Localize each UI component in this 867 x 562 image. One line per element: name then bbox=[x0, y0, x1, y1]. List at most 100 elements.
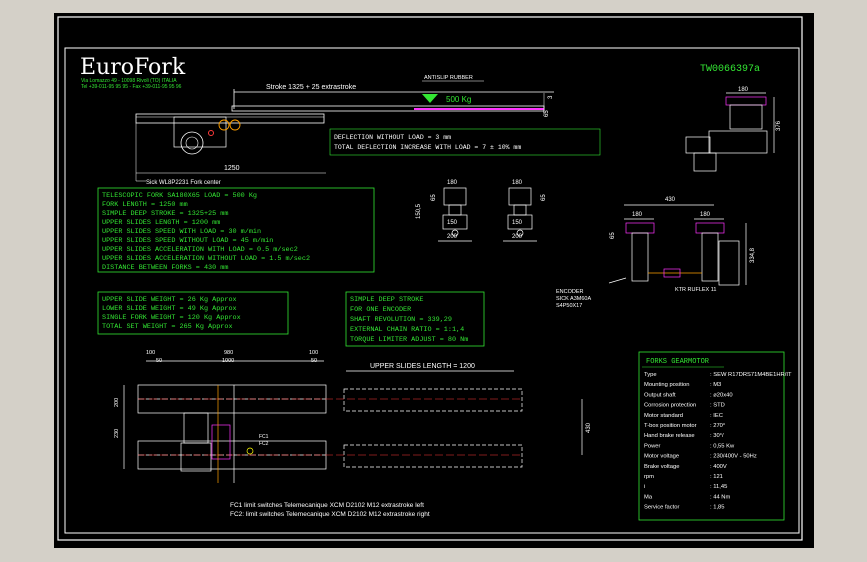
dim-65: 65 bbox=[544, 110, 550, 117]
sick-label: Sick WL8P2231 Fork center bbox=[146, 180, 221, 186]
gearmotor-key-4: Corrosion protection bbox=[644, 403, 696, 409]
encoder-info-line-2: FOR ONE ENCODER bbox=[350, 306, 411, 314]
front-dim-180b: 180 bbox=[700, 212, 711, 218]
weight-line-4: TOTAL SET WEIGHT = 265 Kg Approx bbox=[102, 323, 233, 331]
company-logo: EuroFork bbox=[80, 55, 186, 80]
gearmotor-key-7: Hand brake release bbox=[644, 433, 695, 439]
spec-line-6: UPPER SLIDES SPEED WITHOUT LOAD = 45 m/m… bbox=[102, 237, 273, 245]
gearmotor-value-12: : 11,45 bbox=[710, 484, 727, 490]
spec-line-1: TELESCOPIC FORK SA180X65 LOAD = 500 Kg bbox=[102, 192, 257, 200]
spec-line-4: UPPER SLIDES LENGTH = 1200 mm bbox=[102, 219, 220, 227]
front-dim-334-8: 334,8 bbox=[750, 247, 756, 263]
gearmotor-key-12: i bbox=[644, 484, 645, 490]
gearmotor-value-6: : 270° bbox=[710, 423, 725, 429]
cad-viewport[interactable]: EuroFork Via Lomazzo 49 - 10098 Rivoli (… bbox=[54, 13, 814, 548]
gearmotor-key-1: Type bbox=[644, 372, 657, 378]
gearmotor-key-9: Motor voltage bbox=[644, 454, 679, 460]
front-dim-65: 65 bbox=[610, 232, 616, 239]
gearmotor-value-1: : SEW R17DRS71M4BE1HR/IT bbox=[710, 372, 792, 378]
plan-dim-980: 980 bbox=[224, 350, 233, 356]
front-dim-180a: 180 bbox=[632, 212, 643, 218]
section-dim-200a: 200 bbox=[447, 234, 458, 240]
gearmotor-key-6: T-box position motor bbox=[644, 423, 697, 429]
section-dim-150-5: 150,5 bbox=[416, 203, 422, 219]
spec-line-9: DISTANCE BETWEEN FORKS = 430 mm bbox=[102, 264, 228, 272]
encoder-info-line-1: SIMPLE DEEP STROKE bbox=[350, 296, 423, 304]
antislip-label: ANTISLIP RUBBER bbox=[424, 75, 473, 81]
cross-sections: 180 150,5 65 150 200 180 65 150 200 bbox=[416, 180, 547, 242]
encoder-info-line-3: SHAFT REVOLUTION = 339,29 bbox=[350, 316, 452, 324]
front-dim-430: 430 bbox=[665, 197, 676, 203]
gearmotor-title: FORKS GEARMOTOR bbox=[646, 358, 710, 366]
limit-note-2: FC2: limit switches Telemecanique XCM D2… bbox=[230, 511, 430, 518]
plan-dim-100: 100 bbox=[146, 350, 155, 356]
encoder-info-line-4: EXTERNAL CHAIN RATIO = 1:1,4 bbox=[350, 326, 464, 334]
stroke-label: Stroke 1325 + 25 extrastroke bbox=[266, 84, 356, 91]
weight-line-2: LOWER SLIDE WEIGHT = 49 Kg Approx bbox=[102, 305, 237, 313]
load-label: 500 Kg bbox=[446, 95, 471, 104]
section-dim-65b: 65 bbox=[541, 194, 547, 201]
section-dim-180b: 180 bbox=[512, 180, 523, 186]
plan-dim-200: 200 bbox=[114, 398, 120, 407]
spec-line-5: UPPER SLIDES SPEED WITH LOAD = 30 m/min bbox=[102, 228, 261, 236]
spec-line-3: SIMPLE DEEP STROKE = 1325+25 mm bbox=[102, 210, 228, 218]
gearmotor-key-5: Motor standard bbox=[644, 413, 683, 419]
spec-line-7: UPPER SLIDES ACCELERATION WITH LOAD = 0.… bbox=[102, 246, 298, 254]
eurofork-drawing: EuroFork Via Lomazzo 49 - 10098 Rivoli (… bbox=[57, 16, 803, 541]
section-dim-150a: 150 bbox=[447, 220, 458, 226]
drawing-number: TW0066397a bbox=[700, 64, 760, 75]
fc2-label: FC2 bbox=[259, 441, 269, 447]
gearmotor-value-14: : 1,85 bbox=[710, 505, 725, 511]
gearmotor-key-11: rpm bbox=[644, 474, 654, 480]
gearmotor-value-8: : 0,55 Kw bbox=[710, 443, 735, 449]
gearmotor-value-3: : ø20x40 bbox=[710, 392, 733, 398]
spec-line-2: FORK LENGTH = 1250 mm bbox=[102, 201, 188, 209]
front-view: 430 180 180 65 334,8 ENCODER SICK A3M60A… bbox=[556, 197, 756, 309]
section-dim-180a: 180 bbox=[447, 180, 458, 186]
dim-3: 3 bbox=[548, 95, 554, 99]
ktr-label: KTR RUFLEX 11 bbox=[675, 287, 716, 293]
topright-dim-376: 376 bbox=[776, 120, 782, 131]
topright-dim-180: 180 bbox=[738, 87, 749, 93]
limit-note-1: FC1 limit switches Telemecanique XCM D21… bbox=[230, 502, 424, 509]
gearmotor-key-3: Output shaft bbox=[644, 392, 676, 398]
upper-slides-label: UPPER SLIDES LENGTH = 1200 bbox=[370, 363, 475, 370]
encoder-model: SICK A3M60A bbox=[556, 296, 591, 302]
deflection-line-1: DEFLECTION WITHOUT LOAD = 3 mm bbox=[334, 134, 451, 141]
gearmotor-value-2: : M3 bbox=[710, 382, 721, 388]
gearmotor-value-7: : 30°/ bbox=[710, 433, 724, 439]
gearmotor-value-11: : 121 bbox=[710, 474, 723, 480]
fc1-label: FC1 bbox=[259, 434, 269, 440]
gearmotor-key-14: Service factor bbox=[644, 505, 680, 511]
fork-length-dim: 1250 bbox=[224, 165, 240, 172]
encoder-info-line-5: TORQUE LIMITER ADJUST = 80 Nm bbox=[350, 336, 468, 344]
section-dim-200b: 200 bbox=[512, 234, 523, 240]
encoder-box: SIMPLE DEEP STROKE FOR ONE ENCODER SHAFT R… bbox=[345, 291, 485, 347]
plan-dim-430: 430 bbox=[586, 422, 592, 433]
gearmotor-key-8: Power bbox=[644, 443, 661, 449]
gearmotor-value-10: : 400V bbox=[710, 464, 727, 470]
gearmotor-table: FORKS GEARMOTOR Type : SEW R17DRS71M4BE1H… bbox=[638, 351, 792, 521]
gearmotor-key-2: Mounting position bbox=[644, 382, 689, 388]
section-dim-150b: 150 bbox=[512, 220, 523, 226]
plan-dim-50b: 50 bbox=[311, 358, 317, 364]
gearmotor-value-5: : IEC bbox=[710, 413, 723, 419]
gearmotor-key-13: Ma bbox=[644, 494, 653, 500]
gearmotor-value-4: : STD bbox=[710, 403, 725, 409]
plan-dim-1000: 1000 bbox=[222, 358, 234, 364]
top-right-view: 180 376 bbox=[685, 87, 782, 172]
plan-dim-50: 50 bbox=[156, 358, 162, 364]
plan-dim-230: 230 bbox=[114, 429, 120, 438]
encoder-code: S4P50X17 bbox=[556, 303, 582, 309]
plan-dim-100b: 100 bbox=[309, 350, 318, 356]
specs-box: TELESCOPIC FORK SA180X65 LOAD = 500 KgFO… bbox=[97, 187, 375, 273]
gearmotor-value-13: : 44 Nm bbox=[710, 494, 730, 500]
encoder-label: ENCODER bbox=[556, 289, 584, 295]
spec-line-8: UPPER SLIDES ACCELERATION WITHOUT LOAD =… bbox=[102, 255, 310, 263]
section-dim-65a: 65 bbox=[431, 194, 437, 201]
deflection-line-2: TOTAL DEFLECTION INCREASE WITH LOAD = 7 … bbox=[334, 144, 521, 151]
gearmotor-key-10: Brake voltage bbox=[644, 464, 679, 470]
company-address-2: Tel +39-011-95 95 95 - Fax +39-011-95 95… bbox=[81, 84, 182, 90]
weight-line-1: UPPER SLIDE WEIGHT = 26 Kg Approx bbox=[102, 296, 237, 304]
weight-line-3: SINGLE FORK WEIGHT = 120 Kg Approx bbox=[102, 314, 241, 322]
